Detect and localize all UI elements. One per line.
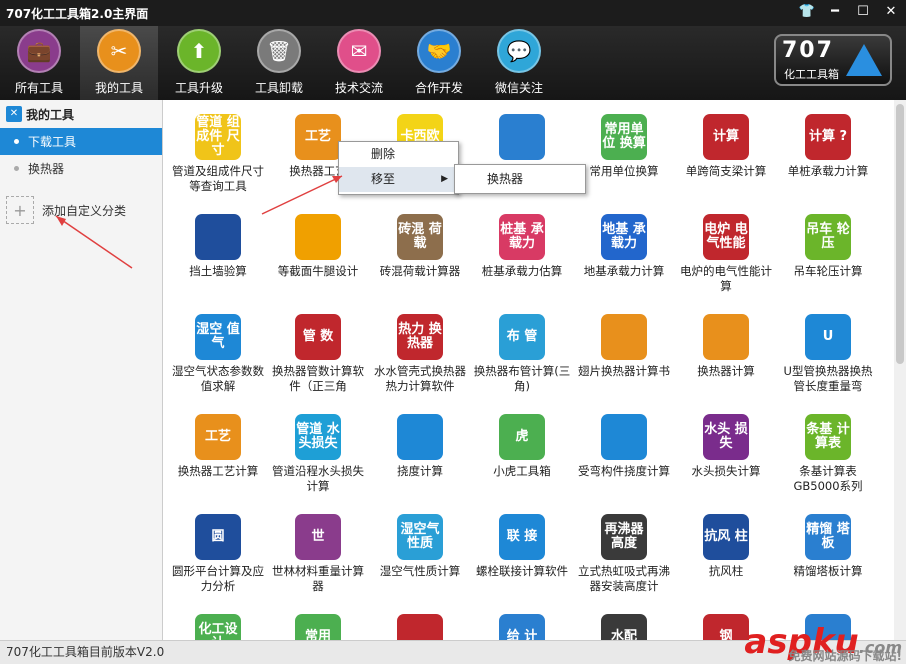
- version-text: 707化工工具箱目前版本V2.0: [6, 645, 165, 659]
- annotation-arrows: [55, 175, 343, 269]
- watermark: aspku.com 免费网站源码下载站!: [744, 622, 902, 663]
- watermark-subtext: 免费网站源码下载站!: [788, 649, 902, 663]
- arrowhead-icon: [56, 216, 66, 226]
- annotation-arrow: [55, 215, 133, 269]
- annotation-arrow: [261, 175, 343, 215]
